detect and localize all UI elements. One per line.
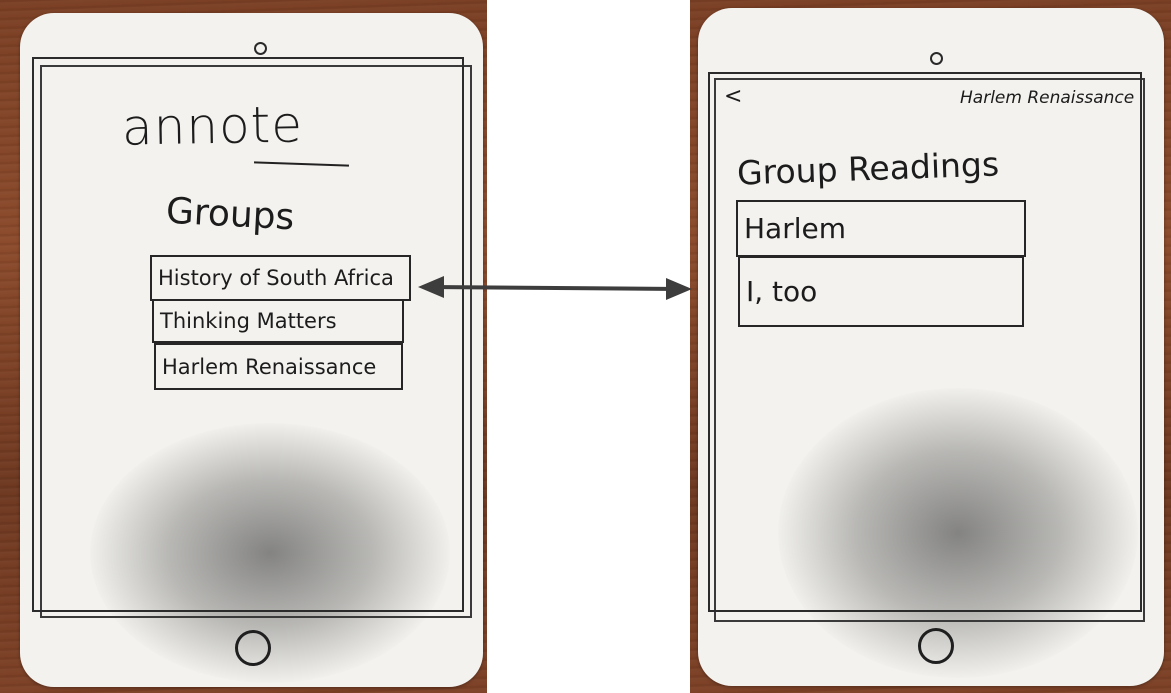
arrow-head-left-icon <box>418 276 444 298</box>
arrow-line <box>429 285 681 291</box>
arrow-head-right-icon <box>666 278 692 300</box>
navigation-arrow <box>418 276 692 300</box>
